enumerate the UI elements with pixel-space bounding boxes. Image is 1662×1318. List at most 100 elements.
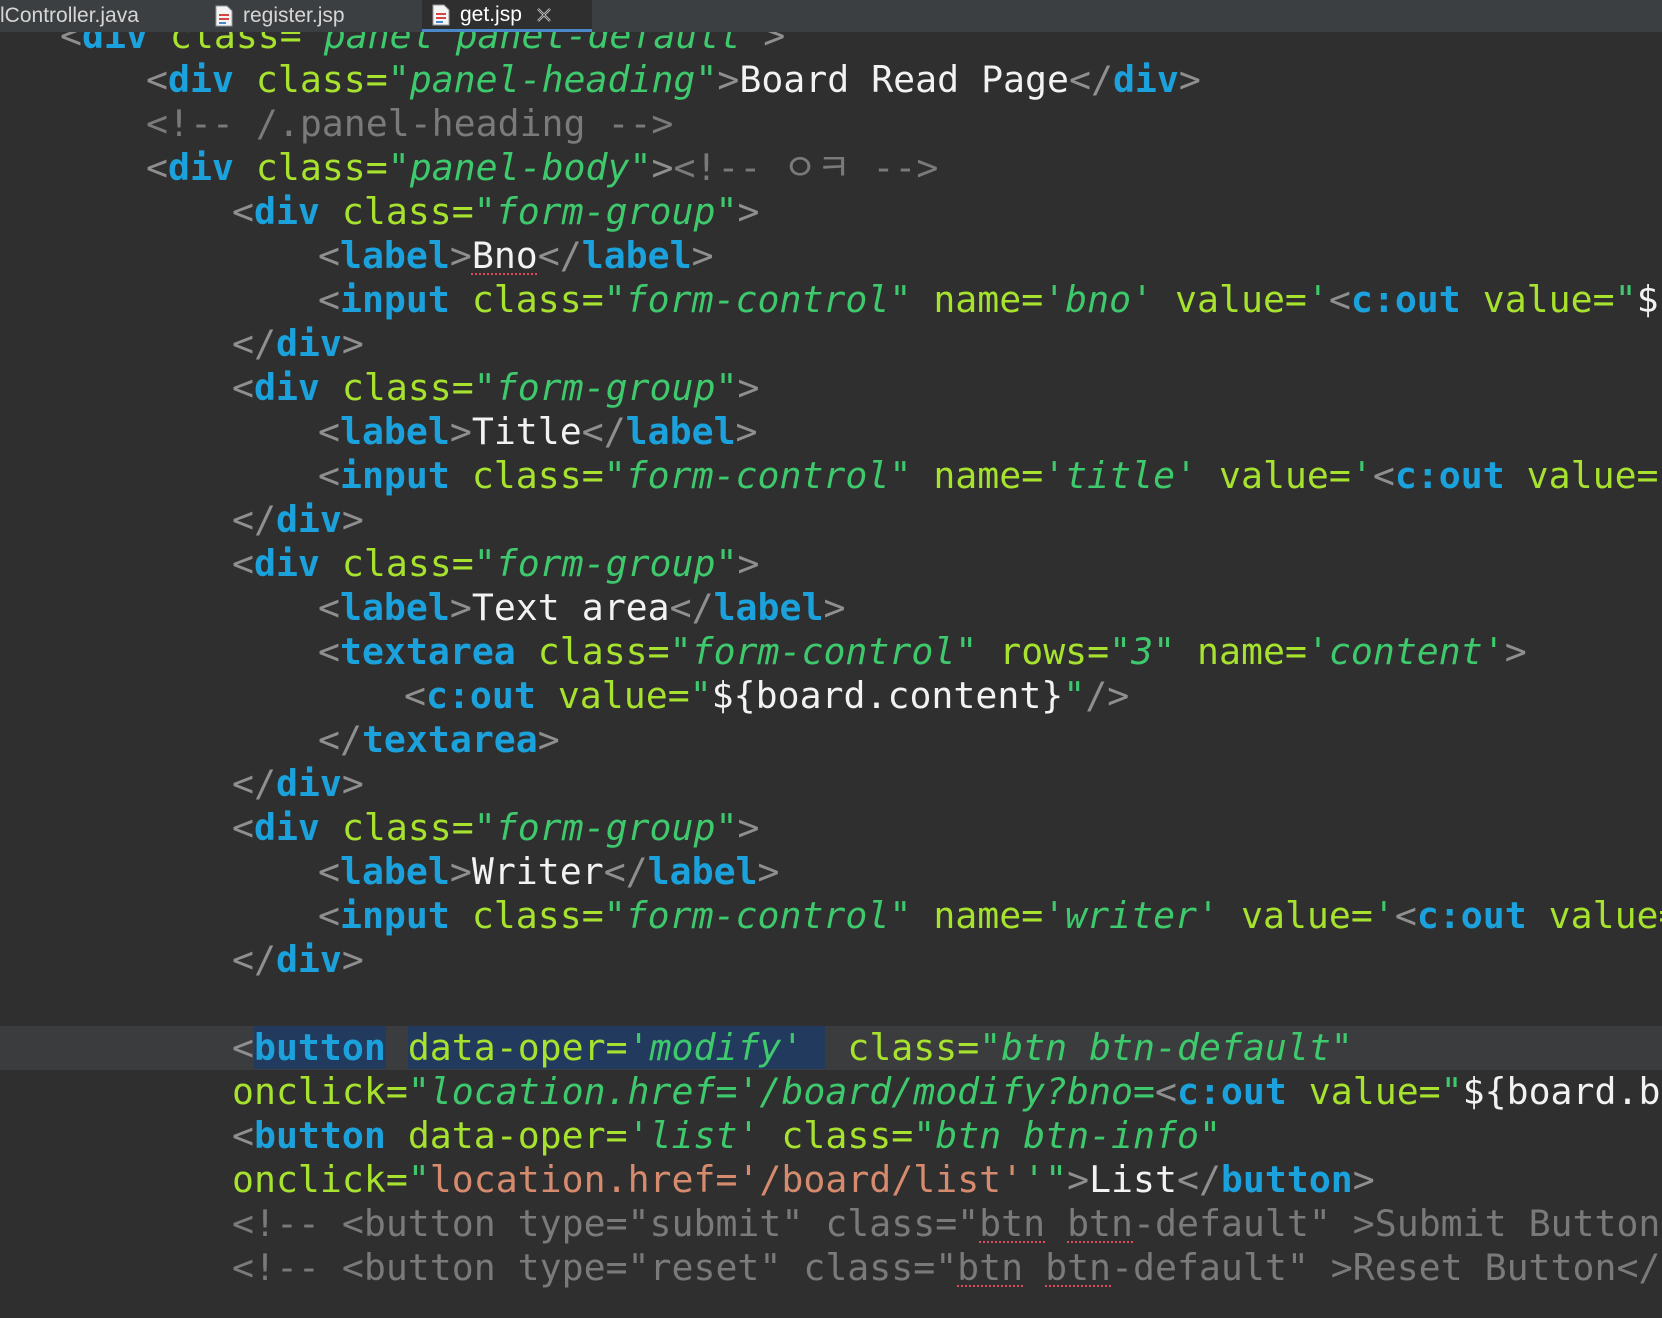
tag-bracket: > [737,366,760,409]
tag-name: div [275,498,342,541]
tab-label: get.jsp [460,2,522,26]
code-line-21: <input class="form-control" name='writer… [0,894,1662,938]
attribute-value: "form-group" [473,542,738,585]
text-content: Writer [471,850,604,893]
text-content: List [1089,1158,1177,1201]
tag-bracket: > [1178,58,1201,101]
attribute-quote: " [1063,674,1086,717]
code-line-10: <label>Title</label> [0,410,1662,454]
tab-get-jsp[interactable]: get.jsp [422,0,592,32]
tag-bracket: </ [669,586,714,629]
attribute-value: "location.href='/board/modify?bno= [407,1070,1155,1113]
el-expression: ${ [1636,278,1662,321]
tag-name: c:out [1176,1070,1287,1113]
attribute-name: class= [233,146,388,189]
tag-bracket: > [757,850,780,893]
tab-controller-java[interactable]: lController.java [0,0,190,32]
attribute-name: class= [515,630,670,673]
comment: -default" >Reset Button</b [1111,1246,1662,1289]
code-editor[interactable]: <div class="panel panel-default"> <div c… [0,32,1662,1318]
tag-name: button [253,1114,386,1157]
tag-bracket: > [1504,630,1527,673]
code-line-11: <input class="form-control" name='title'… [0,454,1662,498]
attribute-name: name= [1175,630,1307,673]
attribute-quote: ' [1372,894,1395,937]
tag-name: div [81,32,148,57]
attribute-value: "btn btn-default" [979,1026,1353,1069]
tag-bracket: < [1394,894,1417,937]
code-line-17: </textarea> [0,718,1662,762]
comment: <!-- /.panel-heading --> [146,102,674,145]
tag-bracket: > [341,322,364,365]
attribute-name: class= [759,1114,914,1157]
tag-name-highlighted: button [253,1026,386,1069]
tag-bracket: /> [1085,674,1130,717]
comment: <!-- <button type="reset" class=" [232,1246,958,1289]
attribute-quote: " [1440,1070,1463,1113]
attribute-name: value= [1548,894,1662,937]
tag-bracket: > [449,234,472,277]
tab-register-jsp[interactable]: register.jsp [205,0,395,32]
tag-bracket: > [737,806,760,849]
attribute-value: 'list' [627,1114,760,1157]
tag-bracket: < [232,542,254,585]
comment [1023,1246,1045,1289]
attribute-name: class= [319,542,474,585]
comment [1045,1202,1067,1245]
attribute-name: value= [1153,278,1307,321]
code-line-14: <label>Text area</label> [0,586,1662,630]
code-line-26: <button data-oper='list' class="btn btn-… [0,1114,1662,1158]
tag-name: label [339,586,450,629]
comment-misspelled: btn [957,1246,1024,1289]
tag-bracket: < [318,850,340,893]
tag-bracket: > [737,190,760,233]
attribute-value: "form-control" [603,454,912,497]
tab-label: register.jsp [243,4,345,27]
attribute-name: data-oper= [385,1114,628,1157]
code-line-5: <div class="form-group"> [0,190,1662,234]
editor-tab-bar: lController.java register.jsp get.jsp [0,0,1662,33]
comment-misspelled: btn [1067,1202,1134,1245]
code-line-1: <div class="panel panel-default"> [0,32,1662,58]
attribute-name: name= [911,894,1044,937]
tag-name: label [581,234,692,277]
attribute-name: class= [449,278,604,321]
tag-bracket: > [735,410,758,453]
tag-bracket: </ [537,234,582,277]
attribute-name: name= [911,278,1044,321]
tag-bracket: > [341,938,364,981]
tag-name: input [339,894,450,937]
tag-bracket: > [449,410,472,453]
code-line-19: <div class="form-group"> [0,806,1662,850]
attribute-name: class= [319,190,474,233]
text-content: Bno [471,234,538,277]
tag-bracket: > [1352,1158,1375,1201]
url-string: location.href='/board/list' [429,1158,1024,1201]
selection-trailing-space [803,1026,826,1069]
attribute-name: rows= [977,630,1110,673]
attribute-name: onclick= [232,1070,408,1113]
tag-name: c:out [1416,894,1527,937]
tag-name: textarea [339,630,516,673]
tag-name: div [253,190,320,233]
attribute-name: class= [233,58,388,101]
tag-bracket: > [341,498,364,541]
attribute-value: 'bno' [1043,278,1154,321]
code-line-2: <div class="panel-heading">Board Read Pa… [0,58,1662,102]
attribute-value: "form-group" [473,806,738,849]
attribute-name: class= [449,894,604,937]
tag-name: button [1220,1158,1353,1201]
attribute-quote: " [689,674,712,717]
code-line-24-current: <button data-oper='modify' class="btn bt… [0,1026,1662,1070]
attribute-name: class= [449,454,604,497]
tag-name: c:out [1350,278,1461,321]
tag-bracket: < [232,190,254,233]
attribute-name: name= [911,454,1044,497]
tag-bracket: > [763,32,786,57]
close-icon[interactable] [534,5,554,25]
tag-bracket: < [1154,1070,1177,1113]
code-line-12: </div> [0,498,1662,542]
attribute-value: 'content' [1306,630,1505,673]
